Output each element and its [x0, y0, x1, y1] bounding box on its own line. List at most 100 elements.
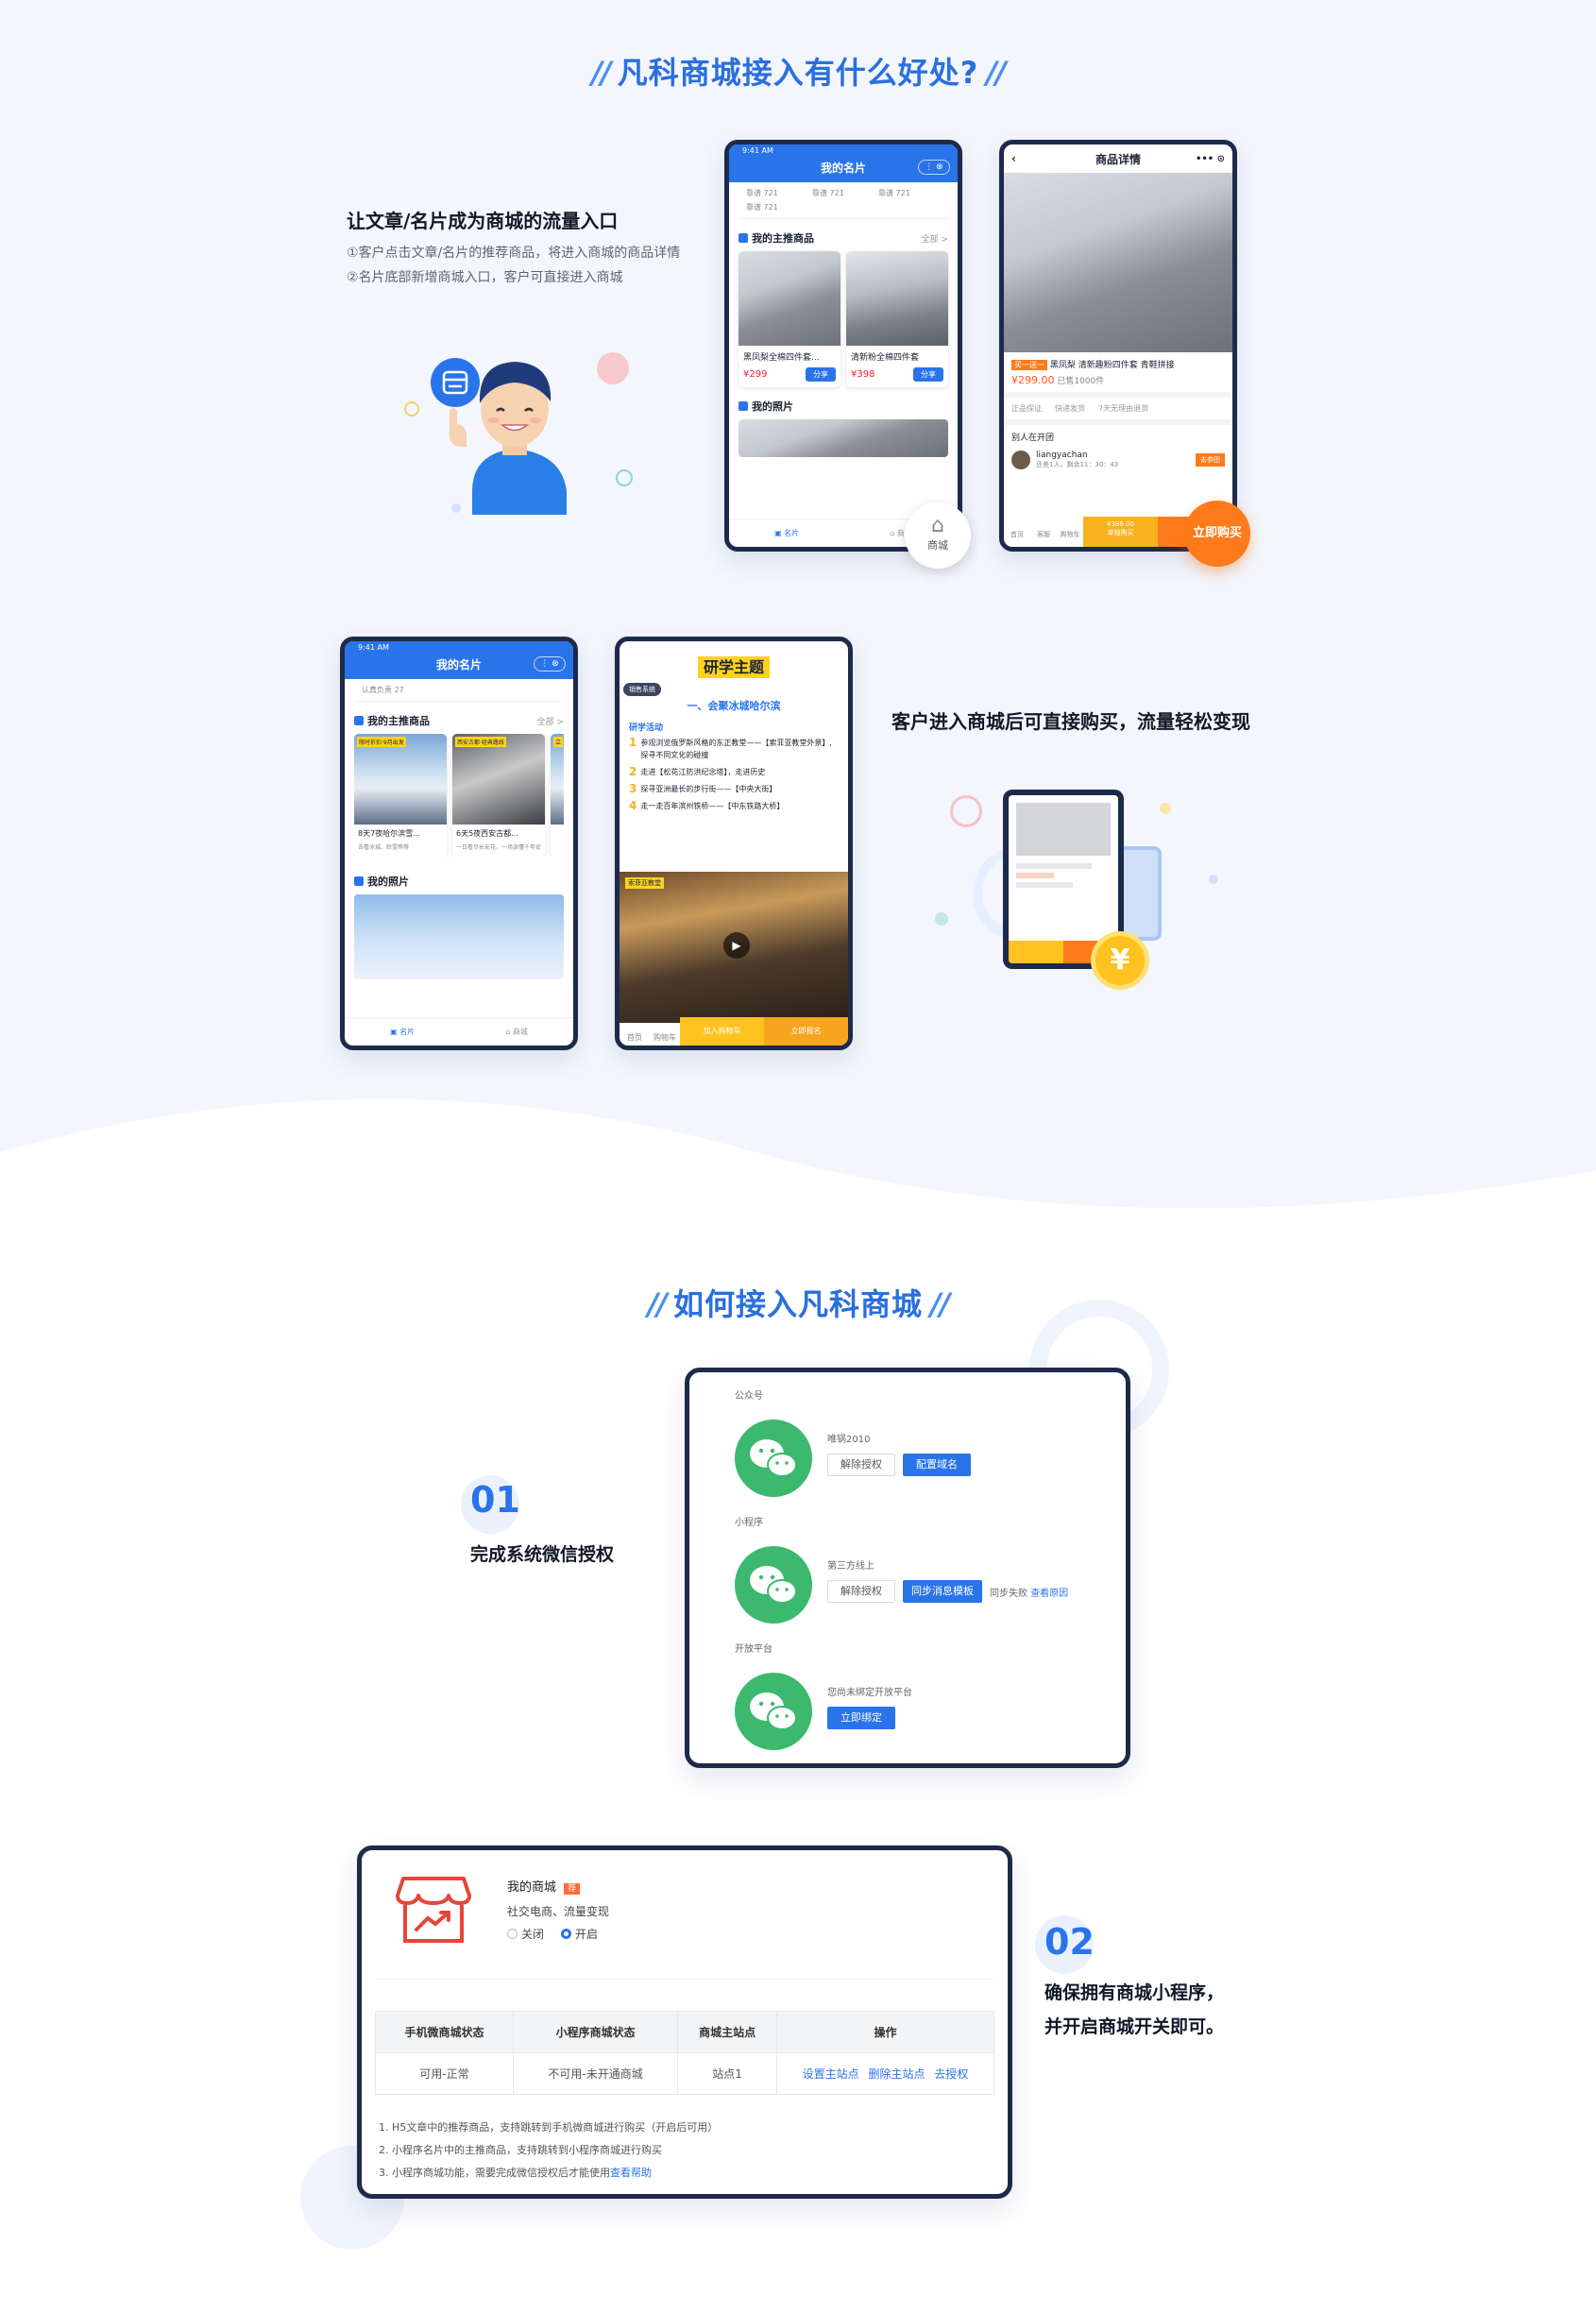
- deco-yellow-ring: [404, 401, 419, 417]
- capsule-menu-icon[interactable]: ⋮ ⊗: [534, 656, 566, 672]
- register-button[interactable]: 立即报名: [764, 1017, 848, 1046]
- tab-service[interactable]: 客服: [1030, 517, 1057, 547]
- like-tag: 靠谱 721: [878, 189, 910, 197]
- like-tag: 认真负责 27: [354, 679, 564, 702]
- phone-detail-screen: ‹ 商品详情 ••• ⊙ 买一送一 黑凤梨 清新趣粉四件套 青鞋拼接 ¥299.…: [999, 140, 1237, 552]
- delete-main-site-link[interactable]: 删除主站点: [868, 2067, 925, 2081]
- tab-cart[interactable]: 购物车: [650, 1017, 680, 1046]
- wechat-auth-panel: 公众号 唯锅2010 解除授权 配置域名 小程序 第三方线上 解除授权 同步消息…: [685, 1368, 1130, 1768]
- phone-card2-tabbar: ▣ 名片 ⌂ 商城: [345, 1017, 573, 1046]
- tab-home[interactable]: 首页: [1004, 517, 1030, 547]
- product-price: ¥398: [851, 369, 875, 380]
- like-tag: 靠谱 721: [746, 189, 778, 197]
- group-hint: 还差1人，剩余11：30：43: [1036, 461, 1119, 468]
- avatar: [1011, 451, 1030, 469]
- deco-yellow-dot: [1160, 803, 1171, 814]
- deco-pink-circle: [597, 352, 629, 384]
- travel-card[interactable]: 西安古都·经典路线 6天5夜西安古都... 一日看尽长安花，一场读懂千年史: [452, 734, 545, 857]
- auth-account-miniprogram: 第三方线上: [827, 1561, 874, 1572]
- section2-title: //如何接入凡科商城//: [647, 1286, 951, 1322]
- phone-card-header: 9:41 AM 我的名片 ⋮ ⊗: [729, 145, 958, 182]
- single-buy-button[interactable]: ¥388.00 单独购买: [1083, 517, 1158, 547]
- capsule-menu-icon[interactable]: ⋮ ⊗: [918, 160, 950, 175]
- sales-badge[interactable]: 销售系统: [623, 683, 661, 696]
- back-icon[interactable]: ‹: [1011, 152, 1016, 165]
- mall-entry-badge[interactable]: ⌂ 商城: [905, 502, 971, 569]
- radio-off[interactable]: 关闭: [507, 1926, 544, 1942]
- tab-home[interactable]: 首页: [620, 1017, 650, 1046]
- travel-card[interactable]: 立: [551, 734, 564, 857]
- product-card[interactable]: 清新粉全棉四件套 ¥398 分享: [846, 251, 948, 387]
- table-header: 操作: [776, 2011, 994, 2053]
- video-thumbnail[interactable]: 索菲亚教堂 ▶: [620, 872, 848, 1023]
- more-link[interactable]: 全部 >: [537, 715, 564, 727]
- deco-green-ring: [616, 469, 633, 486]
- buy-now-badge[interactable]: 立即购买: [1184, 501, 1250, 567]
- article-header: 研学主题: [620, 641, 848, 678]
- phone-card-screen: 9:41 AM 我的名片 ⋮ ⊗ 靠谱 721 靠谱 721 靠谱 721 靠谱…: [724, 140, 962, 552]
- travel-list: 限时折扣·9月出发 8天7夜哈尔滨雪... 去看冰城、聆雪等等 西安古都·经典路…: [354, 734, 564, 857]
- tab-card[interactable]: ▣ 名片: [774, 528, 799, 538]
- travel-card[interactable]: 限时折扣·9月出发 8天7夜哈尔滨雪... 去看冰城、聆雪等等: [354, 734, 447, 857]
- detail-price: ¥299.00: [1011, 374, 1055, 386]
- unbind-button[interactable]: 解除授权: [827, 1580, 895, 1603]
- phone-article-screen: 研学主题 销售系统 一、会聚冰城哈尔滨 研学活动 1 参观浏览俄罗斯风格的东正教堂…: [615, 637, 853, 1050]
- feature1-line-1: ①客户点击文章/名片的推荐商品，将进入商城的商品详情: [347, 246, 681, 261]
- tab-mall[interactable]: ⌂ 商城: [505, 1027, 528, 1037]
- photo-preview: [354, 894, 564, 979]
- group-user: liangyachan: [1036, 451, 1088, 460]
- feature1-line-2: ②名片底部新增商城入口，客户可直接进入商城: [347, 270, 623, 285]
- sync-template-button[interactable]: 同步消息模板: [903, 1580, 982, 1603]
- shop-icon: ⌂: [931, 514, 944, 537]
- share-button[interactable]: 分享: [913, 367, 943, 382]
- tab-card[interactable]: ▣ 名片: [390, 1027, 415, 1037]
- sync-status: 同步失败 查看原因: [990, 1589, 1069, 1599]
- help-link[interactable]: 查看帮助: [610, 2167, 652, 2179]
- deco-blue-dot: [451, 503, 461, 513]
- table-cell: 站点1: [677, 2052, 777, 2095]
- products-heading: 我的主推商品 全部 >: [739, 230, 948, 246]
- wechat-logo-icon: [735, 1420, 812, 1497]
- article-section-label: 研学活动: [629, 723, 664, 733]
- auth-heading-openplatform: 开放平台: [735, 1644, 773, 1655]
- status-time: 9:41 AM: [358, 643, 389, 652]
- set-main-site-link[interactable]: 设置主站点: [803, 2067, 859, 2081]
- add-cart-button[interactable]: 加入购物车: [680, 1017, 764, 1046]
- group-row: liangyachan 还差1人，剩余11：30：43 去参团: [1004, 449, 1232, 471]
- more-icon[interactable]: ••• ⊙: [1196, 154, 1225, 164]
- play-icon[interactable]: ▶: [723, 932, 750, 959]
- photo-preview: [739, 419, 948, 457]
- article-header-title: 研学主题: [697, 656, 770, 678]
- like-tag: 靠谱 721: [746, 203, 778, 212]
- step1-number: 01: [470, 1479, 520, 1521]
- mall-name-row: 我的商城 荐: [507, 1877, 581, 1895]
- product-name: 清新粉全棉四件套: [851, 353, 920, 363]
- group-title: 别人在开团: [1004, 419, 1232, 449]
- article-bottom-bar: 首页 购物车 加入购物车 立即报名: [620, 1017, 848, 1046]
- image-placeholder: [1016, 803, 1111, 856]
- product-price: ¥299: [743, 369, 768, 380]
- more-link[interactable]: 全部 >: [922, 232, 948, 245]
- config-domain-button[interactable]: 配置域名: [903, 1454, 971, 1476]
- auth-heading-miniprogram: 小程序: [735, 1518, 763, 1528]
- bind-now-button[interactable]: 立即绑定: [827, 1707, 895, 1729]
- mall-status-table: 手机微商城状态 小程序商城状态 商城主站点 操作 可用-正常 不可用-未开通商城…: [374, 2011, 994, 2095]
- view-reason-link[interactable]: 查看原因: [1030, 1589, 1068, 1599]
- product-card[interactable]: 黑凤梨全棉四件套... ¥299 分享: [739, 251, 840, 387]
- join-group-button[interactable]: 去参团: [1196, 453, 1225, 467]
- auth-account-openplatform: 您尚未绑定开放平台: [827, 1688, 912, 1698]
- table-header: 小程序商城状态: [513, 2011, 679, 2053]
- step2-label: 确保拥有商城小程序， 并开启商城开关即可。: [1044, 1982, 1225, 2037]
- yuan-coin-icon: ¥: [1091, 931, 1149, 990]
- product-main-image: [1004, 173, 1232, 352]
- table-cell: 不可用-未开通商城: [513, 2052, 679, 2095]
- tab-cart[interactable]: 购物车: [1057, 517, 1083, 547]
- authorize-link[interactable]: 去授权: [934, 2067, 968, 2081]
- auth-account-official: 唯锅2010: [827, 1435, 871, 1445]
- guarantee-row: 正品保证 快递发货 7天无理由退货: [1004, 392, 1232, 419]
- feature1-title: 让文章/名片成为商城的流量入口: [347, 210, 619, 232]
- share-button[interactable]: 分享: [806, 367, 836, 382]
- radio-on[interactable]: 开启: [561, 1926, 598, 1942]
- unbind-button[interactable]: 解除授权: [827, 1454, 895, 1476]
- wechat-logo-icon: [735, 1546, 812, 1624]
